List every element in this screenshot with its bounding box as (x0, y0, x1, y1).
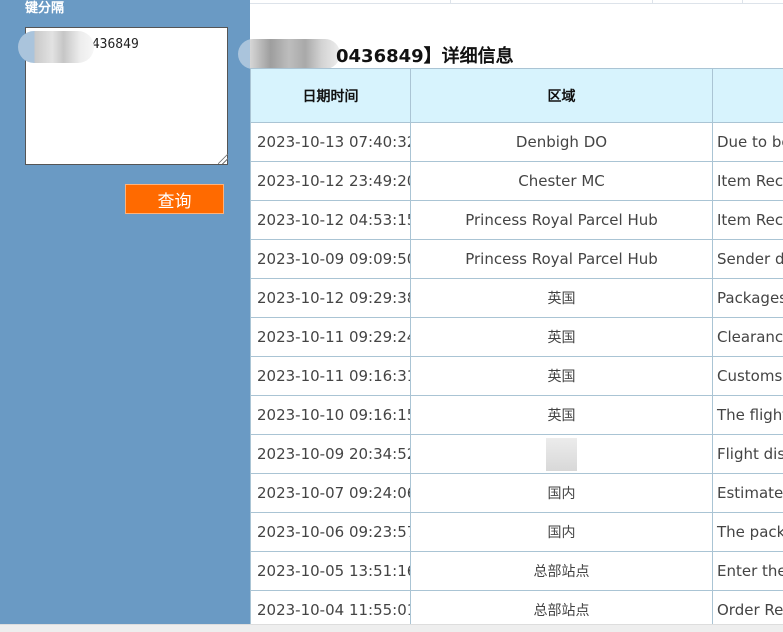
cell-area: 国内 (411, 513, 713, 552)
cell-description: The flight (713, 396, 783, 435)
redacted-title-prefix (238, 39, 340, 69)
table-row: 2023-10-11 09:29:24英国Clearance (251, 318, 783, 357)
table-row: 2023-10-12 09:29:38英国Packages (251, 279, 783, 318)
column-header-area: 区域 (411, 69, 713, 123)
tracking-detail-table: 日期时间 区域 2023-10-13 07:40:32Denbigh DODue… (250, 68, 783, 630)
table-header-row: 日期时间 区域 (251, 69, 783, 123)
column-header-datetime: 日期时间 (251, 69, 411, 123)
column-header-description (713, 69, 783, 123)
cell-description: The packa (713, 513, 783, 552)
cell-area: 总部站点 (411, 552, 713, 591)
input-hint-label: 键分隔 (25, 0, 64, 16)
cell-description: Enter the (713, 552, 783, 591)
detail-title: 0436849】详细信息 (336, 42, 514, 68)
table-row: 2023-10-11 09:16:31英国Customs (251, 357, 783, 396)
cell-description: Customs (713, 357, 783, 396)
cell-area: 英国 (411, 357, 713, 396)
cell-area: Princess Royal Parcel Hub (411, 240, 713, 279)
cell-datetime: 2023-10-13 07:40:32 (251, 123, 411, 162)
table-row: 2023-10-05 13:51:16总部站点Enter the (251, 552, 783, 591)
cell-description: Clearance (713, 318, 783, 357)
top-divider (250, 0, 783, 4)
cell-area: 英国 (411, 279, 713, 318)
cell-datetime: 2023-10-06 09:23:57 (251, 513, 411, 552)
cell-description: Packages (713, 279, 783, 318)
cell-description: Item Rece (713, 162, 783, 201)
cell-datetime: 2023-10-09 09:09:50 (251, 240, 411, 279)
table-row: 2023-10-09 20:34:52 Flight dis (251, 435, 783, 474)
table-row: 2023-10-07 09:24:06国内Estimated (251, 474, 783, 513)
cell-datetime: 2023-10-07 09:24:06 (251, 474, 411, 513)
cell-area: Denbigh DO (411, 123, 713, 162)
cell-area: 国内 (411, 474, 713, 513)
table-row: 2023-10-12 04:53:15Princess Royal Parcel… (251, 201, 783, 240)
cell-datetime: 2023-10-12 23:49:20 (251, 162, 411, 201)
cell-description: Item Rece (713, 201, 783, 240)
table-row: 2023-10-09 09:09:50Princess Royal Parcel… (251, 240, 783, 279)
cell-area: 英国 (411, 396, 713, 435)
cell-description: Due to be (713, 123, 783, 162)
cell-datetime: 2023-10-11 09:29:24 (251, 318, 411, 357)
cell-description: Sender de (713, 240, 783, 279)
query-button[interactable]: 查询 (125, 184, 224, 214)
cell-description: Estimated (713, 474, 783, 513)
cell-area: 英国 (411, 318, 713, 357)
redacted-area-mask (546, 438, 577, 471)
table-row: 2023-10-06 09:23:57国内The packa (251, 513, 783, 552)
cell-datetime: 2023-10-05 13:51:16 (251, 552, 411, 591)
cell-datetime: 2023-10-12 04:53:15 (251, 201, 411, 240)
cell-area: Chester MC (411, 162, 713, 201)
cell-area: Princess Royal Parcel Hub (411, 201, 713, 240)
cell-datetime: 2023-10-11 09:16:31 (251, 357, 411, 396)
table-row: 2023-10-10 09:16:15英国The flight (251, 396, 783, 435)
redacted-tracking-prefix (18, 31, 94, 63)
table-row: 2023-10-13 07:40:32Denbigh DODue to be (251, 123, 783, 162)
table-row: 2023-10-12 23:49:20Chester MCItem Rece (251, 162, 783, 201)
cell-datetime: 2023-10-12 09:29:38 (251, 279, 411, 318)
cell-area (411, 435, 713, 474)
query-sidebar: 键分隔 查询 (0, 0, 250, 624)
cell-datetime: 2023-10-10 09:16:15 (251, 396, 411, 435)
cell-description: Flight dis (713, 435, 783, 474)
resize-grip-icon[interactable] (218, 154, 228, 164)
cell-datetime: 2023-10-09 20:34:52 (251, 435, 411, 474)
